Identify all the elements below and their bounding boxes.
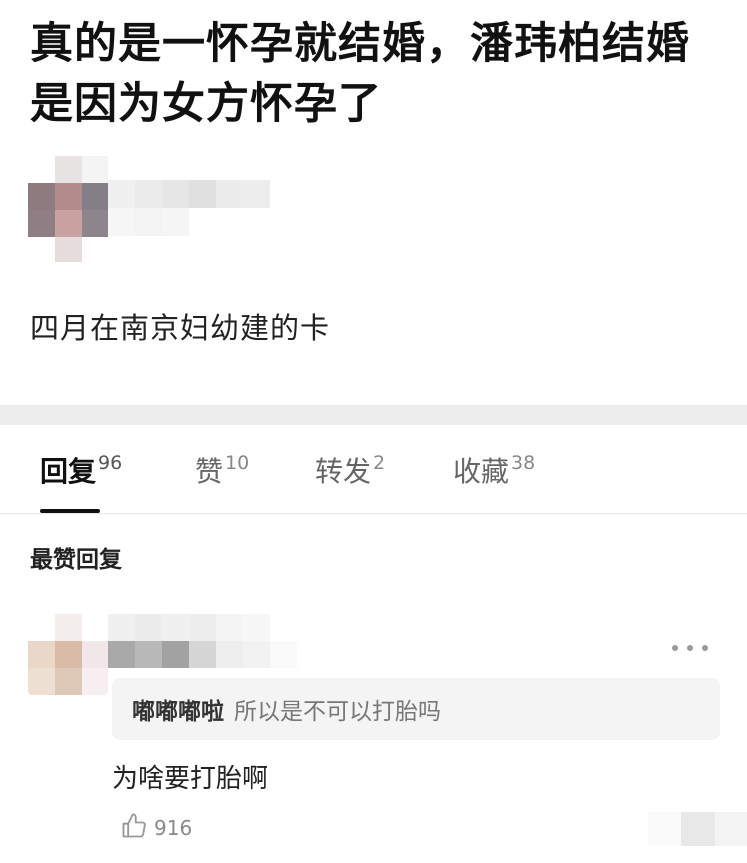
top-replies-heading: 最赞回复 [30,547,122,573]
tab-reposts-label: 转发 [315,455,372,488]
tab-favorites-count: 38 [511,452,536,474]
like-count: 916 [154,816,193,840]
author-name-blurred[interactable] [108,180,298,236]
tab-likes[interactable]: 赞 10 [195,450,249,490]
quoted-username[interactable]: 嘟嘟嘟啦 [132,692,224,726]
thumbs-up-icon [120,812,148,844]
tab-replies-count: 96 [98,452,123,474]
interaction-tabs: 回复 96 赞 10 转发 2 收藏 38 [0,425,747,514]
tab-reposts-count: 2 [373,452,386,474]
quoted-text: 所以是不可以打胎吗 [234,699,441,725]
blurred-area [648,812,747,846]
section-divider [0,405,747,425]
tab-reposts[interactable]: 转发 2 [315,450,385,490]
more-dots-icon[interactable] [672,636,708,660]
like-button[interactable]: 916 [120,812,192,844]
tab-likes-label: 赞 [195,455,224,488]
reply-text: 为啥要打胎啊 [112,764,269,794]
author-avatar[interactable] [28,156,108,262]
commenter-avatar[interactable] [28,614,108,696]
post-body: 四月在南京妇幼建的卡 [30,311,331,345]
commenter-name-blurred[interactable] [108,614,328,668]
active-tab-indicator [40,509,100,513]
tab-replies-label: 回复 [40,455,97,488]
tab-favorites[interactable]: 收藏 38 [453,450,535,490]
quoted-comment[interactable]: 嘟嘟嘟啦 所以是不可以打胎吗 [112,678,720,740]
post-title: 真的是一怀孕就结婚，潘玮柏结婚是因为女方怀孕了 [30,19,690,129]
tab-favorites-label: 收藏 [453,455,510,488]
tab-likes-count: 10 [225,452,250,474]
tab-replies[interactable]: 回复 96 [40,450,122,490]
